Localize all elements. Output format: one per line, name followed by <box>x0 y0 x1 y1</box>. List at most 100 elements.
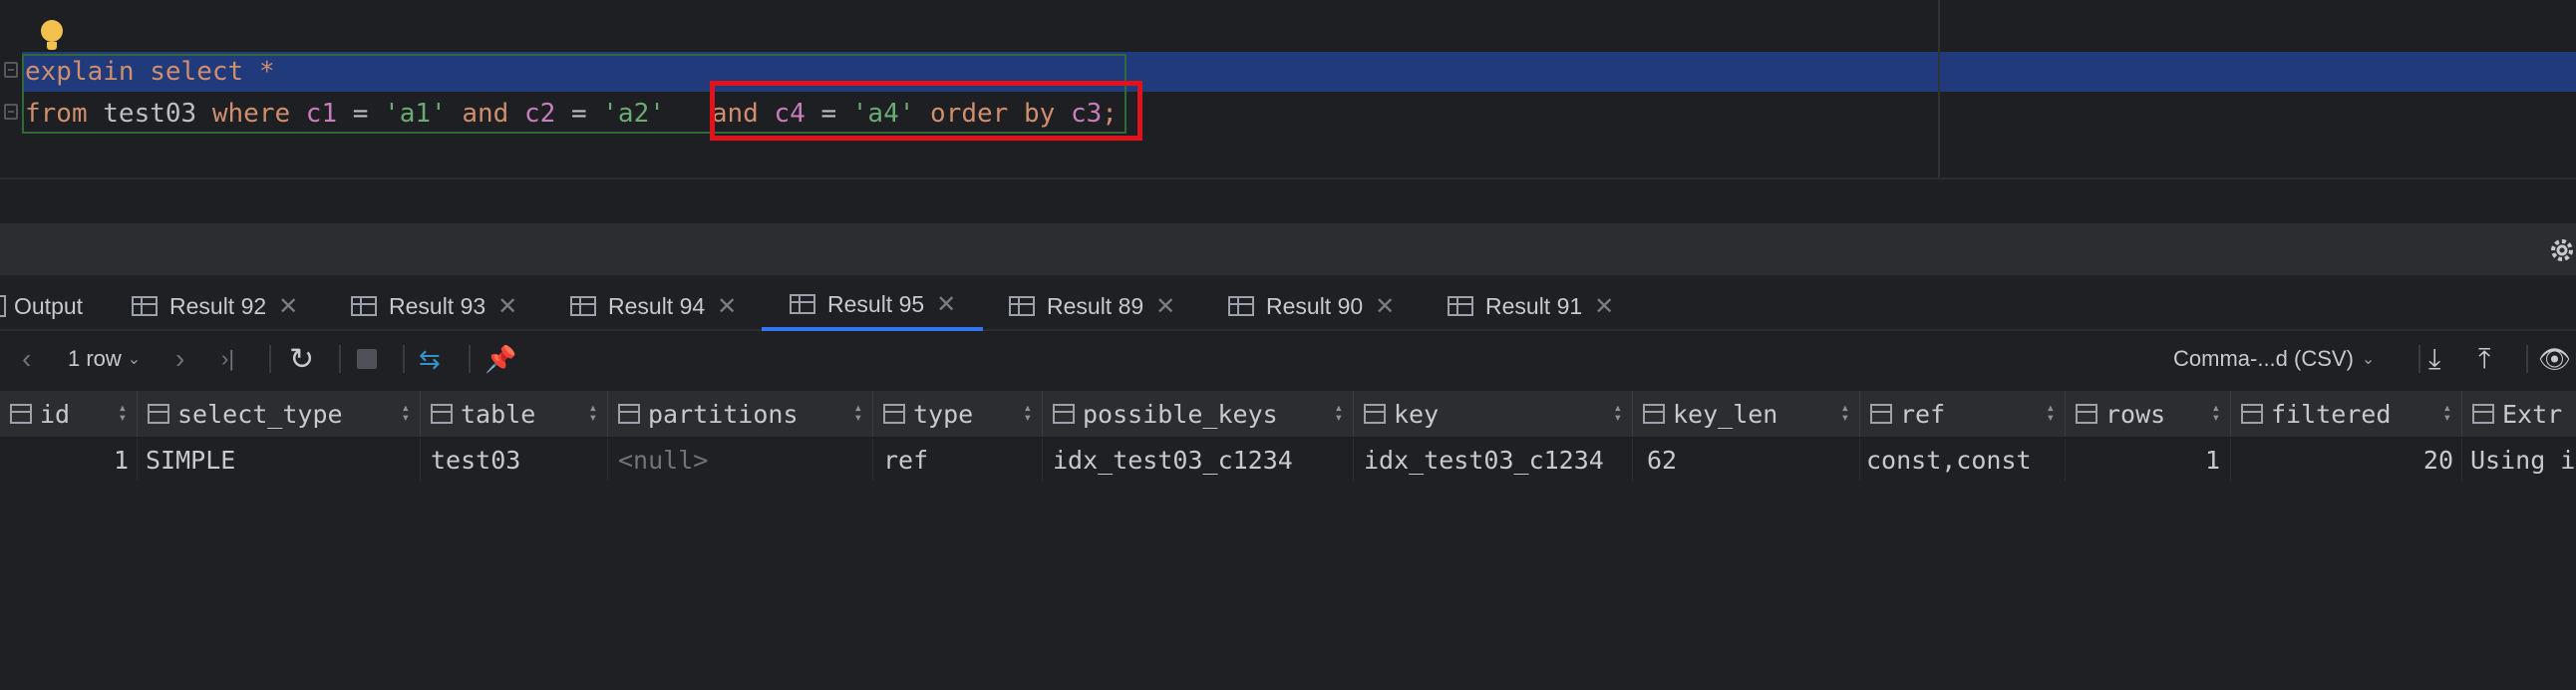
sort-icon[interactable]: ▴ ▾ <box>1841 401 1849 425</box>
column-name: rows <box>2105 399 2166 429</box>
sort-icon[interactable]: ▴ ▾ <box>2443 401 2451 425</box>
chevron-left-icon[interactable]: ‹ <box>22 343 31 375</box>
code-line-1[interactable]: explain select * <box>25 54 274 90</box>
column-name: ref <box>1900 399 1946 429</box>
operator-eq: = <box>570 99 587 129</box>
sort-icon[interactable]: ▴ ▾ <box>402 401 410 425</box>
transaction-mode-icon[interactable]: ⇆ <box>419 343 441 375</box>
table-icon <box>1228 296 1254 316</box>
column-icon <box>2076 404 2097 424</box>
editor-empty-area[interactable] <box>0 177 2576 223</box>
column-header-key-len[interactable]: key_len ▴ ▾ <box>1633 391 1860 437</box>
cell-table[interactable]: test03 <box>421 439 608 481</box>
close-icon[interactable]: ✕ <box>717 292 737 321</box>
tab-result-91[interactable]: Result 91 ✕ <box>1448 281 1647 331</box>
keyword-where: where <box>211 99 291 129</box>
sort-icon[interactable]: ▴ ▾ <box>1024 401 1032 425</box>
tab-result-95[interactable]: Result 95 ✕ <box>762 281 983 331</box>
column-icon <box>1053 404 1075 424</box>
annotation-red-box <box>710 81 1142 141</box>
column-header-id[interactable]: id ▴ ▾ <box>0 391 138 437</box>
column-header-key[interactable]: key ▴ ▾ <box>1354 391 1633 437</box>
tab-result-92[interactable]: Result 92 ✕ <box>132 281 331 331</box>
sort-icon[interactable]: ▴ ▾ <box>854 401 862 425</box>
sort-icon[interactable]: ▴ ▾ <box>2212 401 2220 425</box>
column-header-rows[interactable]: rows ▴ ▾ <box>2066 391 2231 437</box>
close-icon[interactable]: ✕ <box>1375 292 1395 321</box>
tab-label: Result 93 <box>389 292 486 319</box>
gear-icon[interactable] <box>2547 235 2576 265</box>
cell-select-type[interactable]: SIMPLE <box>138 439 421 481</box>
chevron-right-icon[interactable]: › <box>175 343 184 375</box>
lightbulb-icon[interactable] <box>40 20 64 52</box>
output-icon <box>0 295 6 317</box>
sort-icon[interactable]: ▴ ▾ <box>1335 401 1343 425</box>
table-row[interactable]: 1 SIMPLE test03 <null> ref idx_test03_c1… <box>0 439 2576 481</box>
sort-icon[interactable]: ▴ ▾ <box>2047 401 2055 425</box>
pin-icon[interactable]: 📌 <box>484 343 516 375</box>
tab-result-89[interactable]: Result 89 ✕ <box>1009 281 1208 331</box>
column-name: table <box>461 399 536 429</box>
close-icon[interactable]: ✕ <box>936 290 956 319</box>
stop-icon[interactable] <box>357 343 377 375</box>
cell-extra[interactable]: Using i <box>2462 439 2576 481</box>
tab-label: Result 89 <box>1047 292 1144 319</box>
tab-result-93[interactable]: Result 93 ✕ <box>351 281 550 331</box>
download-icon[interactable]: ⤓ <box>2428 343 2440 375</box>
cell-partitions[interactable]: <null> <box>608 439 873 481</box>
fold-icon[interactable] <box>4 62 18 78</box>
cell-rows[interactable]: 1 <box>2066 439 2231 481</box>
tab-result-94[interactable]: Result 94 ✕ <box>570 281 770 331</box>
column-icon <box>883 404 905 424</box>
sort-icon[interactable]: ▴ ▾ <box>589 401 597 425</box>
column-icon <box>1870 404 1892 424</box>
fold-icon[interactable] <box>4 104 18 120</box>
operator-eq: = <box>352 99 369 129</box>
sort-icon[interactable]: ▴ ▾ <box>1614 401 1622 425</box>
column-header-extra[interactable]: Extr <box>2462 391 2576 437</box>
column-icon <box>2472 404 2494 424</box>
column-header-possible-keys[interactable]: possible_keys ▴ ▾ <box>1043 391 1354 437</box>
tab-result-90[interactable]: Result 90 ✕ <box>1228 281 1428 331</box>
tab-label: Result 91 <box>1485 292 1583 319</box>
sort-icon[interactable]: ▴ ▾ <box>119 401 127 425</box>
close-icon[interactable]: ✕ <box>1594 292 1614 321</box>
column-icon <box>148 404 169 424</box>
export-format-dropdown[interactable]: Comma-...d (CSV) ⌄ <box>2173 343 2375 375</box>
column-header-type[interactable]: type ▴ ▾ <box>873 391 1043 437</box>
sql-editor[interactable]: explain select * from test03 where c1 = … <box>0 0 2576 177</box>
row-count-dropdown[interactable]: 1 row ⌄ <box>68 343 141 375</box>
cell-possible-keys[interactable]: idx_test03_c1234 <box>1043 439 1354 481</box>
cell-key[interactable]: idx_test03_c1234 <box>1354 439 1633 481</box>
right-margin-guide <box>1938 0 1940 177</box>
column-name: key <box>1394 399 1440 429</box>
column-header-table[interactable]: table ▴ ▾ <box>421 391 608 437</box>
last-page-icon[interactable]: ›| <box>221 343 234 375</box>
cell-type[interactable]: ref <box>873 439 1043 481</box>
cell-filtered[interactable]: 20 <box>2231 439 2462 481</box>
toolbar-separator <box>403 345 405 373</box>
services-panel-header <box>0 223 2576 275</box>
export-format-label: Comma-...d (CSV) <box>2173 346 2354 371</box>
column-header-partitions[interactable]: partitions ▴ ▾ <box>608 391 873 437</box>
close-icon[interactable]: ✕ <box>1155 292 1175 321</box>
eye-icon[interactable]: 👁 <box>2538 343 2571 375</box>
column-c1: c1 <box>305 99 338 129</box>
column-header-ref[interactable]: ref ▴ ▾ <box>1860 391 2066 437</box>
keyword-explain: explain <box>25 57 135 87</box>
cell-ref[interactable]: const,const <box>1860 439 2066 481</box>
table-icon <box>132 296 158 316</box>
grid-empty-area[interactable] <box>0 483 2576 690</box>
keyword-select: select <box>150 57 244 87</box>
column-header-filtered[interactable]: filtered ▴ ▾ <box>2231 391 2462 437</box>
close-icon[interactable]: ✕ <box>497 292 517 321</box>
cell-id[interactable]: 1 <box>0 439 138 481</box>
tab-label: Result 94 <box>608 292 706 319</box>
upload-icon[interactable]: ⤒ <box>2478 343 2490 375</box>
column-c2: c2 <box>523 99 556 129</box>
cell-key-len[interactable]: 62 <box>1633 439 1860 481</box>
refresh-icon[interactable]: ↻ <box>289 343 314 376</box>
column-header-select-type[interactable]: select_type ▴ ▾ <box>138 391 421 437</box>
close-icon[interactable]: ✕ <box>278 292 298 321</box>
tab-output[interactable]: Output <box>0 281 120 331</box>
